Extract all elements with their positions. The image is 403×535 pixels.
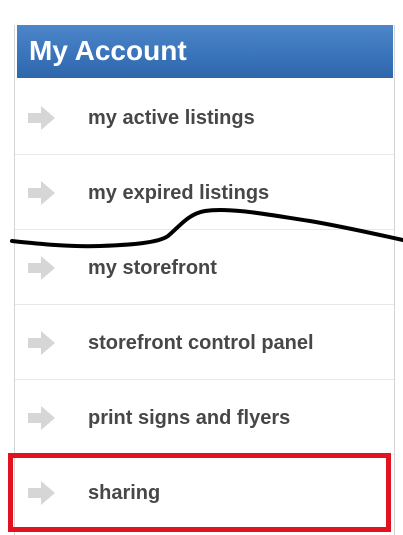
menu-item-label: storefront control panel [88,332,314,354]
menu-item-label: my expired listings [88,182,270,204]
menu-item-my-expired-listings[interactable]: my expired listings [15,155,394,230]
menu-item-my-active-listings[interactable]: my active listings [15,80,394,155]
menu-item-label: print signs and flyers [88,407,291,429]
arrow-right-icon [28,331,55,355]
menu-item-print-signs-and-flyers[interactable]: print signs and flyers [15,380,394,455]
arrow-right-icon [28,406,55,430]
arrow-right-icon [28,181,55,205]
menu-item-sharing[interactable]: sharing [15,455,394,530]
arrow-right-icon [28,256,55,280]
arrow-right-icon [28,481,55,505]
arrow-right-icon [28,106,55,130]
menu-item-label: my active listings [88,107,255,129]
menu-item-my-storefront[interactable]: my storefront [15,230,394,305]
menu-item-label: sharing [88,482,161,504]
my-account-panel: My Account my active listings my expired… [14,25,395,535]
panel-header: My Account [17,25,393,78]
menu-item-label: my storefront [88,257,217,279]
menu-item-storefront-control-panel[interactable]: storefront control panel [15,305,394,380]
panel-title: My Account [29,35,187,66]
